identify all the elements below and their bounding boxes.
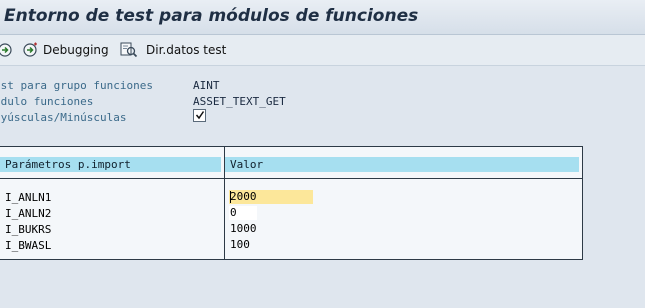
execute-icon	[0, 43, 12, 57]
dir-datos-test-button[interactable]: Dir.datos test	[120, 41, 226, 59]
param-name: I_ANLN2	[5, 207, 52, 220]
header-valor: Valor	[225, 157, 579, 172]
param-value-input[interactable]: 100	[229, 238, 250, 252]
import-parameters-table: Parámetros p.import Valor I_ANLN1 2000 I…	[0, 146, 583, 260]
debugging-button[interactable]: Debugging	[23, 41, 109, 59]
header-divider	[0, 178, 582, 179]
param-value-input[interactable]: 1000	[229, 222, 257, 236]
application-toolbar: Debugging Dir.datos test	[0, 35, 645, 66]
grupo-funciones-value: AINT	[193, 79, 220, 92]
table-row: I_BUKRS 1000	[0, 222, 582, 237]
debug-execute-icon	[23, 42, 37, 57]
debugging-label: Debugging	[43, 43, 109, 57]
text-cursor	[230, 191, 231, 203]
param-name: I_BWASL	[5, 239, 52, 252]
checkmark-icon	[195, 111, 205, 120]
mayusculas-checkbox[interactable]	[193, 109, 206, 122]
modulo-funciones-value: ASSET_TEXT_GET	[193, 95, 286, 108]
grupo-funciones-label: est para grupo funciones	[0, 79, 153, 92]
param-value-input[interactable]: 0	[229, 206, 257, 220]
table-row: I_BWASL 100	[0, 238, 582, 253]
table-row: I_ANLN1 2000	[0, 190, 582, 205]
mayusculas-label: ayúsculas/Minúsculas	[0, 111, 127, 124]
table-row: I_ANLN2 0	[0, 206, 582, 221]
title-bar: Entorno de test para módulos de funcione…	[0, 0, 645, 35]
param-value-text: 2000	[230, 190, 257, 203]
test-data-directory-icon	[120, 42, 138, 58]
modulo-funciones-label: ódulo funciones	[0, 95, 94, 108]
dir-datos-test-label: Dir.datos test	[146, 43, 227, 57]
param-name: I_BUKRS	[5, 223, 52, 236]
header-parametros: Parámetros p.import	[0, 157, 221, 172]
param-value-input[interactable]: 2000	[229, 190, 313, 204]
execute-button[interactable]	[0, 41, 16, 59]
window-title: Entorno de test para módulos de funcione…	[4, 6, 419, 26]
param-name: I_ANLN1	[5, 191, 52, 204]
